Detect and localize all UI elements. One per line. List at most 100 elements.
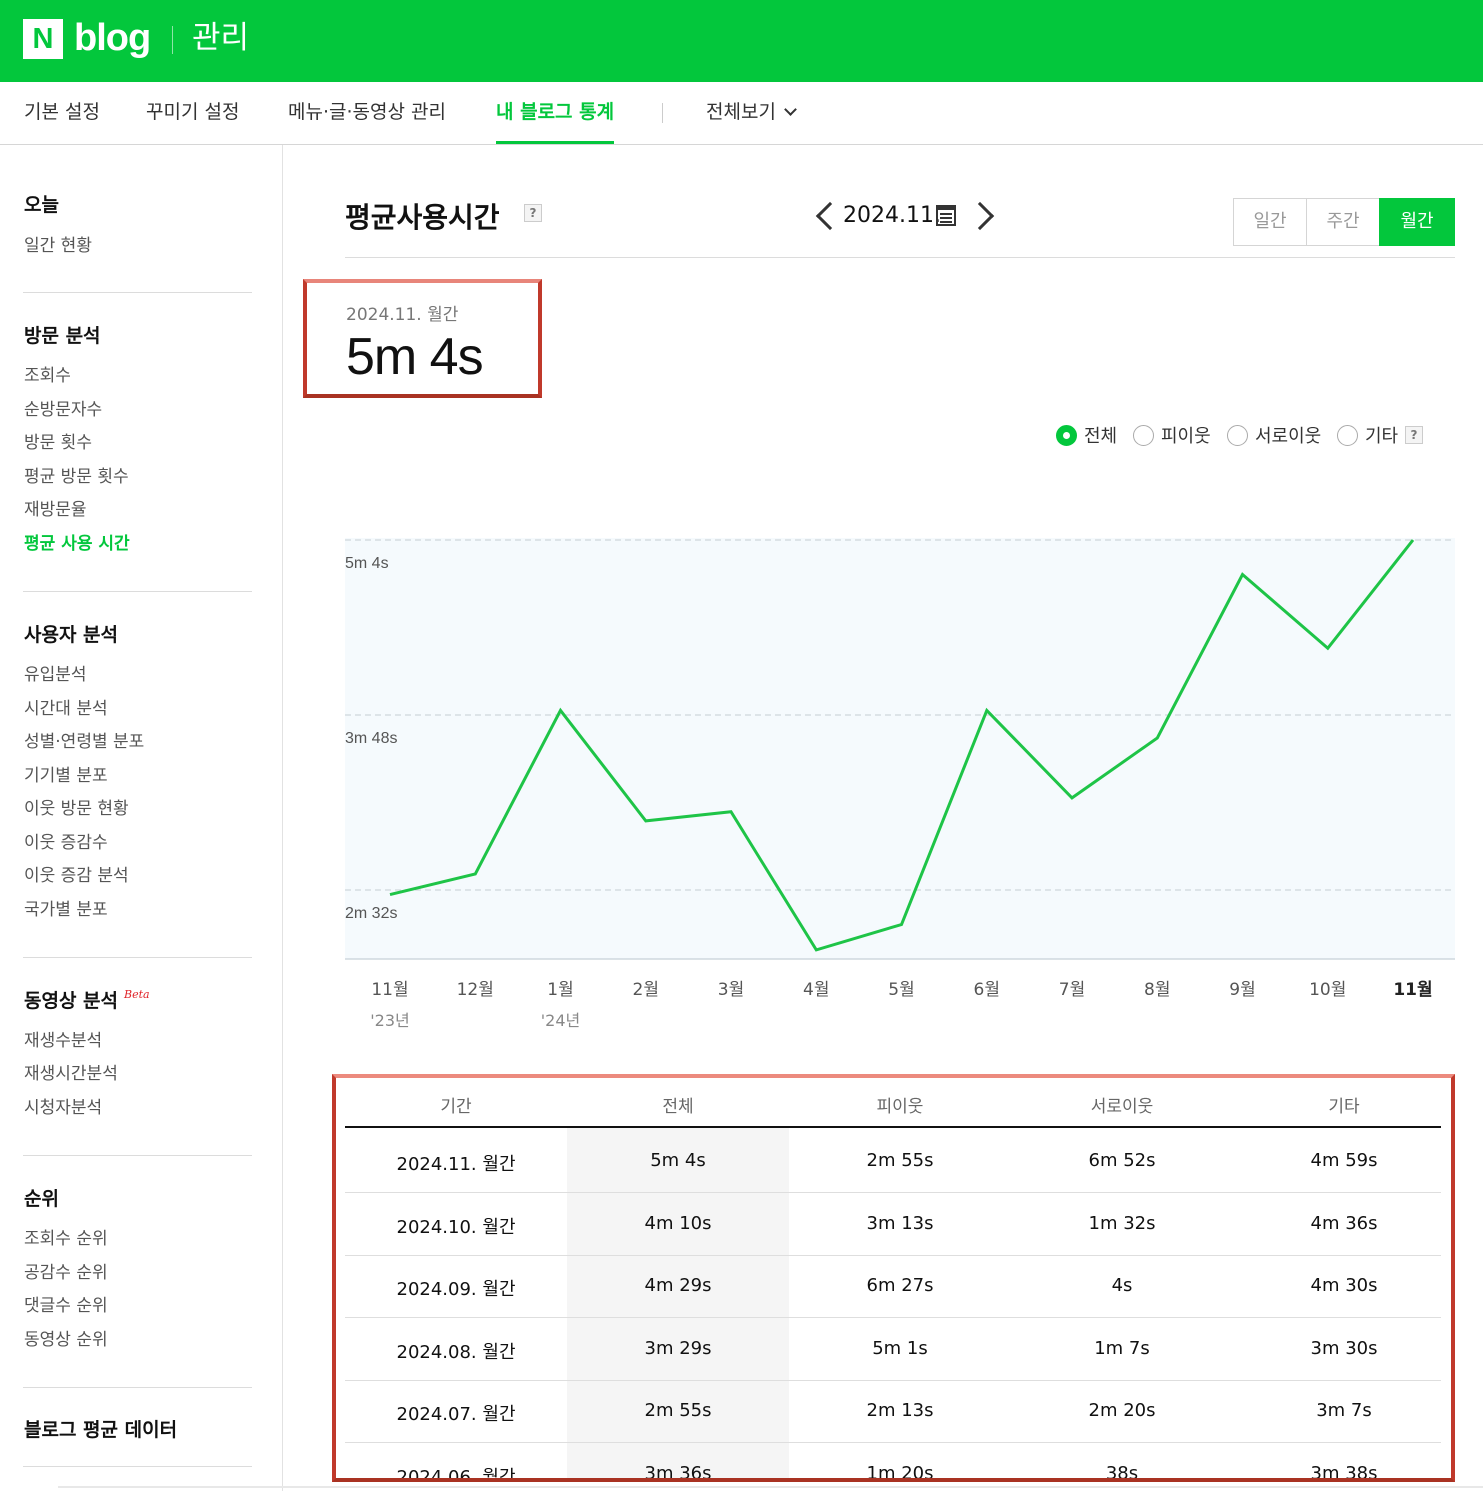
table-row: 2024.08. 월간 3m 29s 5m 1s 1m 7s 3m 30s	[345, 1318, 1441, 1381]
table-cell: 4m 29s	[644, 1275, 712, 1296]
filter-all-radio[interactable]	[1056, 425, 1077, 446]
usage-time-line-chart: 2m 32s 3m 48s 5m 4s 11월 '23년 12월 1월 '24년 2월 3월 4월 5…	[345, 538, 1455, 1030]
table-cell: 2024.08. 월간	[396, 1341, 516, 1363]
sidebar-item-revisit-rate[interactable]: 재방문율	[24, 495, 87, 520]
sidebar-item-likes-rank[interactable]: 공감수 순위	[24, 1258, 108, 1283]
next-month-arrow-icon[interactable]	[965, 201, 995, 231]
sidebar-item-time-of-day[interactable]: 시간대 분석	[24, 694, 108, 719]
sidebar-heading-video-label: 동영상 분석	[24, 990, 119, 1012]
tab-basic-settings[interactable]: 기본 설정	[24, 82, 100, 144]
chart-x-tick-label: 7월	[1059, 980, 1085, 1000]
sidebar-item-avg-usage-time[interactable]: 평균 사용 시간	[24, 529, 130, 554]
calendar-icon[interactable]	[936, 205, 956, 226]
chart-y-tick-label: 3m 48s	[345, 730, 397, 747]
tab-blog-stats[interactable]: 내 블로그 통계	[496, 82, 615, 144]
sidebar-item-avg-visits[interactable]: 평균 방문 횟수	[24, 462, 129, 487]
filter-neighbor-label[interactable]: 피이웃	[1161, 422, 1211, 448]
current-date: 2024.11.	[843, 203, 941, 228]
sidebar-item-gender-age[interactable]: 성별·연령별 분포	[24, 727, 144, 752]
sidebar-item-views-rank[interactable]: 조회수 순위	[24, 1224, 108, 1249]
sidebar-item-country[interactable]: 국가별 분포	[24, 895, 108, 920]
sidebar-divider	[23, 292, 252, 293]
chart-year-label: '24년	[541, 1011, 580, 1030]
view-all-dropdown[interactable]: 전체보기	[706, 82, 797, 144]
filter-other-radio[interactable]	[1337, 425, 1358, 446]
table-cell: 3m 13s	[866, 1212, 934, 1234]
sidebar-item-play-count[interactable]: 재생수분석	[24, 1026, 102, 1051]
table-cell: 2m 13s	[866, 1400, 934, 1421]
sidebar-divider	[23, 1155, 252, 1156]
table-row: 2024.11. 월간 5m 4s 2m 55s 6m 52s 4m 59s	[345, 1130, 1441, 1193]
table-cell: 2m 20s	[1088, 1400, 1156, 1421]
sidebar-item-views[interactable]: 조회수	[24, 361, 71, 386]
table-header-total: 전체	[662, 1097, 694, 1117]
table-cell: 2024.06. 월간	[396, 1466, 516, 1482]
chart-plot-area	[345, 538, 1455, 959]
blog-logo[interactable]: blog	[74, 14, 151, 62]
sidebar-item-device[interactable]: 기기별 분포	[24, 761, 108, 786]
prev-month-arrow-icon[interactable]	[815, 201, 845, 231]
table-cell: 4m 59s	[1310, 1150, 1378, 1171]
page-title: 평균사용시간	[345, 201, 500, 234]
chart-x-tick-label: 8월	[1144, 980, 1170, 1000]
section-title[interactable]: 관리	[192, 18, 249, 58]
filter-mutual-radio[interactable]	[1227, 425, 1248, 446]
table-cell: 2m 55s	[866, 1150, 934, 1171]
table-header-period: 기간	[440, 1097, 472, 1117]
table-cell: 6m 52s	[1088, 1150, 1156, 1171]
sidebar-item-comments-rank[interactable]: 댓글수 순위	[24, 1291, 108, 1316]
sidebar-item-video-rank[interactable]: 동영상 순위	[24, 1325, 108, 1350]
tab-design-settings[interactable]: 꾸미기 설정	[146, 82, 239, 144]
filter-all-label[interactable]: 전체	[1084, 422, 1117, 448]
table-cell: 3m 36s	[644, 1462, 712, 1482]
sidebar-item-daily-status[interactable]: 일간 현황	[24, 231, 92, 256]
chart-x-tick-label: 11월	[371, 980, 408, 1000]
filter-other-label[interactable]: 기타	[1365, 422, 1398, 448]
table-cell: 6m 27s	[866, 1275, 934, 1296]
nav-divider	[662, 103, 663, 123]
summary-value: 5m 4s	[346, 328, 484, 386]
table-cell: 2024.07. 월간	[396, 1404, 516, 1425]
period-monthly-button[interactable]: 월간	[1379, 198, 1455, 246]
period-weekly-button[interactable]: 주간	[1306, 198, 1380, 246]
table-cell: 3m 29s	[644, 1337, 712, 1359]
sidebar-item-unique-visitors[interactable]: 순방문자수	[24, 395, 102, 420]
sidebar-item-inflow[interactable]: 유입분석	[24, 660, 87, 685]
table-cell: 4s	[1111, 1275, 1133, 1296]
sidebar-item-neighbor-visits[interactable]: 이웃 방문 현황	[24, 794, 129, 819]
table-cell: 4m 10s	[644, 1212, 712, 1234]
filter-mutual-label[interactable]: 서로이웃	[1255, 422, 1321, 448]
chart-x-tick-label: 1월	[547, 980, 573, 1000]
page-bottom-divider	[58, 1486, 1483, 1488]
chevron-down-icon	[784, 103, 797, 116]
table-header-neighbor: 피이웃	[876, 1097, 924, 1117]
sidebar-item-blog-average[interactable]: 블로그 평균 데이터	[24, 1415, 177, 1442]
view-all-label: 전체보기	[706, 101, 776, 123]
chart-y-tick-label: 5m 4s	[345, 555, 389, 572]
filter-neighbor-radio[interactable]	[1133, 425, 1154, 446]
sidebar-item-neighbor-analysis[interactable]: 이웃 증감 분석	[24, 861, 129, 886]
top-header: N blog 관리	[0, 0, 1483, 82]
table-header-mutual: 서로이웃	[1090, 1097, 1154, 1117]
summary-card: 2024.11. 월간 5m 4s	[303, 279, 542, 398]
help-icon[interactable]: ?	[524, 204, 542, 222]
beta-badge: Beta	[124, 988, 150, 1001]
sidebar-item-visits[interactable]: 방문 횟수	[24, 428, 92, 453]
sidebar-item-play-time[interactable]: 재생시간분석	[24, 1059, 118, 1084]
table-cell: 3m 38s	[1310, 1462, 1378, 1482]
sidebar-heading-today: 오늘	[24, 194, 59, 216]
chart-x-tick-label: 10월	[1309, 980, 1346, 1000]
filter-help-icon[interactable]: ?	[1405, 426, 1423, 444]
chart-x-tick-label: 11월	[1393, 980, 1432, 1000]
sidebar-divider	[23, 591, 252, 592]
stats-table: 기간 전체 피이웃 서로이웃 기타 2024.11. 월간 5m 4s 2m 55s…	[332, 1074, 1455, 1482]
sidebar-heading-visit: 방문 분석	[24, 325, 101, 347]
table-cell: 2024.11. 월간	[396, 1154, 516, 1175]
naver-logo-icon[interactable]: N	[23, 19, 63, 59]
table-cell: 5m 4s	[650, 1150, 706, 1171]
period-daily-button[interactable]: 일간	[1233, 198, 1307, 246]
sidebar-item-viewers[interactable]: 시청자분석	[24, 1093, 102, 1118]
chart-year-label: '23년	[370, 1011, 409, 1030]
sidebar-item-neighbor-change[interactable]: 이웃 증감수	[24, 828, 108, 853]
tab-content-management[interactable]: 메뉴·글·동영상 관리	[288, 82, 446, 144]
